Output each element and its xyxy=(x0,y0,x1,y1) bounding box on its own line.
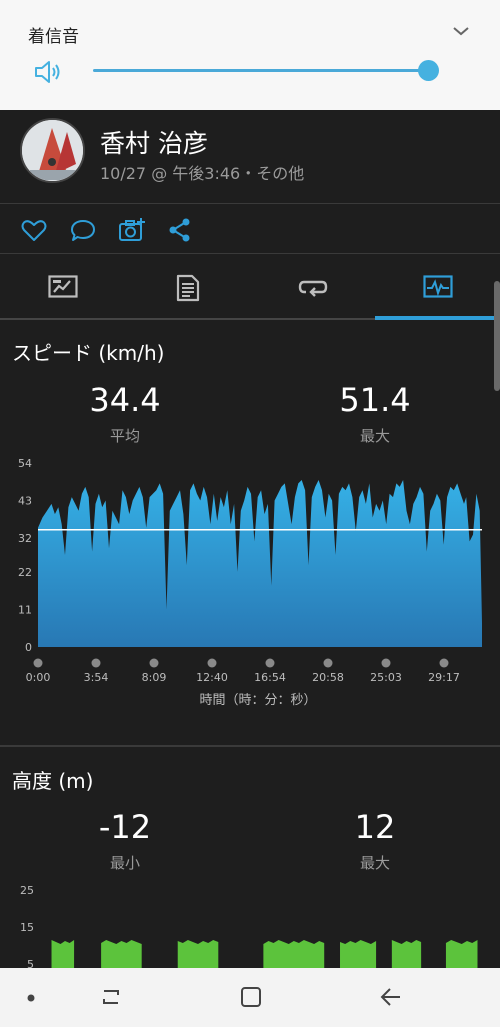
dot-icon xyxy=(27,994,35,1002)
y-tick-label: 11 xyxy=(18,604,32,617)
section-divider xyxy=(0,745,500,747)
y-tick-label: 43 xyxy=(18,494,32,507)
home-icon[interactable] xyxy=(238,984,264,1010)
activity-header: 香村 治彦 10/27 @ 午後3:46・その他 xyxy=(0,110,500,204)
user-name[interactable]: 香村 治彦 xyxy=(100,124,208,160)
speed-max-value: 51.4 xyxy=(339,381,411,419)
altitude-chart[interactable]: 5 15 25 xyxy=(0,876,500,968)
y-tick-label: 0 xyxy=(25,641,32,654)
altitude-section-title: 高度 (m) xyxy=(12,769,94,793)
x-tick-label: 3:54 xyxy=(84,671,109,684)
x-tick-dot xyxy=(323,658,333,668)
altitude-area-segment xyxy=(391,940,422,968)
tab-charts[interactable] xyxy=(375,254,500,320)
heart-icon[interactable] xyxy=(20,216,48,244)
speed-avg-label: 平均 xyxy=(109,427,140,445)
system-nav-bar xyxy=(0,968,500,1027)
x-tick-label: 29:17 xyxy=(428,671,460,684)
altitude-area-segment xyxy=(263,940,325,968)
details-tab-icon xyxy=(176,274,200,302)
x-tick-label: 25:03 xyxy=(370,671,402,684)
overview-tab-icon xyxy=(48,275,78,298)
altitude-min-value: -12 xyxy=(98,808,152,846)
back-icon[interactable] xyxy=(378,984,404,1010)
speed-area-series xyxy=(38,480,482,647)
add-photo-icon[interactable] xyxy=(118,216,146,244)
altitude-area-segment xyxy=(101,940,142,968)
app-screen: 着信音 香村 治彦 10/27 @ 午後3:46・その他 スピード (km/h)… xyxy=(0,0,500,1027)
y-tick-label: 32 xyxy=(18,532,32,545)
activity-tabs xyxy=(0,254,500,320)
tab-laps[interactable] xyxy=(250,254,375,320)
share-icon[interactable] xyxy=(166,216,194,244)
x-tick-dot xyxy=(439,658,449,668)
altitude-max-label: 最大 xyxy=(359,854,390,872)
volume-label: 着信音 xyxy=(28,27,79,47)
scroll-indicator[interactable] xyxy=(494,281,500,391)
speed-max-label: 最大 xyxy=(359,427,390,445)
speed-section-title: スピード (km/h) xyxy=(12,341,165,365)
chevron-down-icon[interactable] xyxy=(452,24,470,38)
y-tick-label: 25 xyxy=(20,884,34,897)
altitude-area-segment xyxy=(340,940,377,968)
altitude-area-segment xyxy=(445,940,478,968)
altitude-min-label: 最小 xyxy=(109,854,140,872)
volume-slider-thumb[interactable] xyxy=(418,60,439,81)
y-tick-label: 22 xyxy=(18,566,32,579)
social-bar xyxy=(0,204,500,254)
y-tick-label: 5 xyxy=(27,958,34,968)
altitude-area-segment xyxy=(51,940,75,968)
altitude-max-value: 12 xyxy=(354,808,396,846)
x-tick-label: 8:09 xyxy=(142,671,167,684)
charts-tab-icon xyxy=(423,275,453,298)
x-tick-dot xyxy=(381,658,391,668)
activity-meta: 10/27 @ 午後3:46・その他 xyxy=(100,164,305,183)
x-tick-dot xyxy=(265,658,275,668)
x-tick-dot xyxy=(33,658,43,668)
speed-chart[interactable]: 0 11 22 32 43 54 0:00 3:54 8:09 12:40 16:54 20:58 25… xyxy=(0,450,500,715)
comment-icon[interactable] xyxy=(69,216,97,244)
speed-avg-value: 34.4 xyxy=(89,381,161,419)
y-tick-label: 15 xyxy=(20,921,34,934)
altitude-area-segment xyxy=(177,940,219,968)
volume-panel: 着信音 xyxy=(0,0,500,110)
x-tick-label: 12:40 xyxy=(196,671,228,684)
x-tick-label: 0:00 xyxy=(26,671,51,684)
volume-slider-track[interactable] xyxy=(93,69,429,72)
x-tick-dot xyxy=(207,658,217,668)
laps-tab-icon xyxy=(298,280,328,297)
active-tab-indicator xyxy=(375,316,500,320)
tab-details[interactable] xyxy=(125,254,250,320)
y-tick-label: 54 xyxy=(18,457,32,470)
x-tick-dot xyxy=(149,658,159,668)
recent-apps-icon[interactable] xyxy=(98,984,124,1010)
x-tick-label: 16:54 xyxy=(254,671,286,684)
tab-overview[interactable] xyxy=(0,254,125,320)
avatar[interactable] xyxy=(20,118,85,183)
x-tick-label: 20:58 xyxy=(312,671,344,684)
x-tick-dot xyxy=(91,658,101,668)
x-axis-title: 時間（時：分：秒） xyxy=(199,693,316,708)
speaker-icon[interactable] xyxy=(33,58,63,86)
